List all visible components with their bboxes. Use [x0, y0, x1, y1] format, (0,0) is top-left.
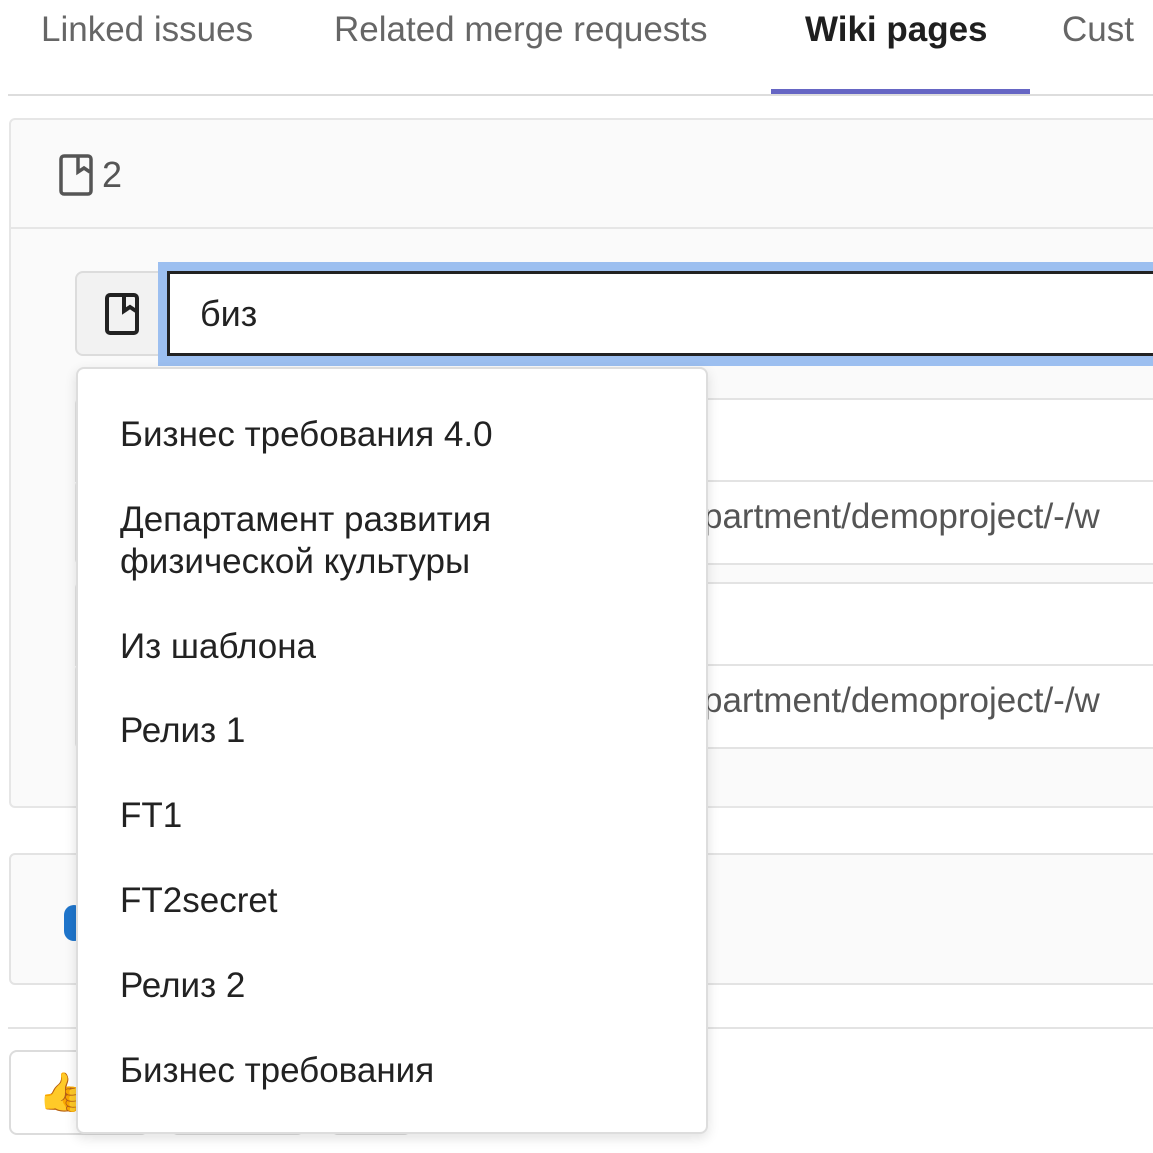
linked-page-url[interactable]: partment/demoproject/-/w: [703, 681, 1100, 721]
dropdown-option[interactable]: FT1: [120, 795, 680, 837]
wiki-page-icon: [59, 154, 93, 201]
tab-bar: Linked issues Related merge requests Wik…: [0, 0, 1153, 96]
tab-linked-issues[interactable]: Linked issues: [41, 10, 253, 50]
input-prepend: [75, 271, 167, 356]
dropdown-option[interactable]: Бизнес требования: [120, 1050, 680, 1092]
dropdown-option[interactable]: Бизнес требования 4.0: [120, 414, 680, 456]
dropdown-option[interactable]: Из шаблона: [120, 626, 680, 668]
wiki-search-input[interactable]: [167, 271, 1153, 356]
tab-custom[interactable]: Cust: [1062, 10, 1134, 50]
linked-count: 2: [102, 154, 123, 195]
panel-header: 2: [11, 120, 1153, 229]
dropdown-option[interactable]: Релиз 1: [120, 710, 680, 752]
autocomplete-dropdown: Бизнес требования 4.0 Департамент развит…: [76, 367, 708, 1134]
tab-wiki-pages[interactable]: Wiki pages: [805, 10, 988, 50]
dropdown-option[interactable]: FT2secret: [120, 880, 680, 922]
dropdown-option[interactable]: Релиз 2: [120, 965, 680, 1007]
dropdown-option[interactable]: Департамент развития физической культуры: [120, 499, 570, 583]
tab-related-merge-requests[interactable]: Related merge requests: [334, 10, 708, 50]
tabs-divider: [8, 94, 1153, 96]
wiki-page-icon: [105, 293, 139, 335]
linked-page-url[interactable]: partment/demoproject/-/w: [703, 497, 1100, 537]
